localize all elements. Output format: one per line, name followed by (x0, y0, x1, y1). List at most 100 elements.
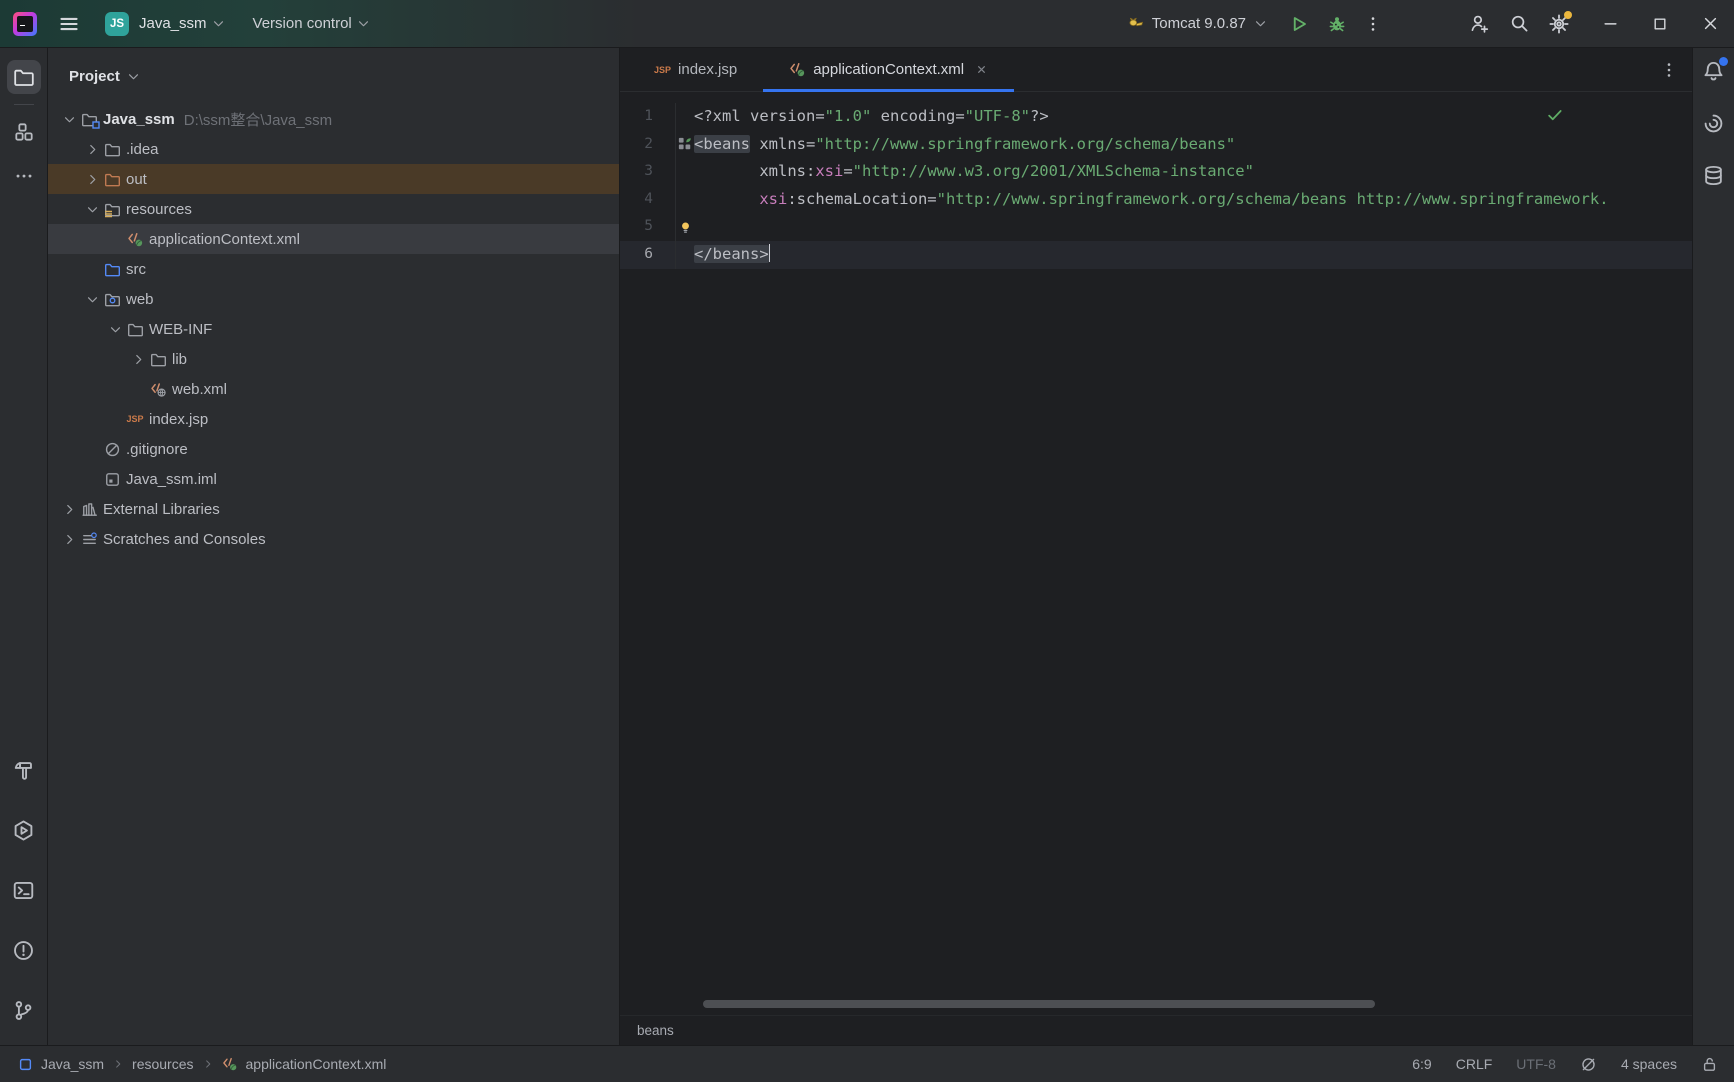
resources-folder-icon (101, 200, 123, 218)
git-tool-button[interactable] (7, 993, 41, 1027)
tree-item-index-jsp[interactable]: JSP index.jsp (48, 404, 619, 434)
breadcrumb-beans[interactable]: beans (637, 1023, 674, 1038)
intellij-logo-icon (13, 12, 37, 36)
indent-config[interactable]: 4 spaces (1621, 1056, 1677, 1072)
line-number: 2 (620, 131, 676, 159)
folder-icon (124, 320, 146, 338)
code-line: 1 <?xml version="1.0" encoding="UTF-8"?> (620, 103, 1692, 131)
tree-item-java-ssm-root[interactable]: Java_ssm D:\ssm整合\Java_ssm (48, 104, 619, 134)
horizontal-scrollbar[interactable] (703, 1000, 1375, 1008)
chevron-spacer (83, 470, 101, 488)
tree-item-resources[interactable]: resources (48, 194, 619, 224)
status-breadcrumbs[interactable]: Java_ssm resources applicationContext.xm… (18, 1056, 386, 1072)
run-config-label: Tomcat 9.0.87 (1152, 15, 1246, 32)
folder-icon (101, 140, 123, 158)
run-configuration-selector[interactable]: Tomcat 9.0.87 (1127, 15, 1268, 33)
chevron-right-icon[interactable] (60, 530, 78, 548)
status-bar: Java_ssm resources applicationContext.xm… (0, 1045, 1734, 1082)
main-menu-button[interactable] (54, 9, 84, 39)
chevron-spacer (129, 380, 147, 398)
crumb-resources[interactable]: resources (132, 1056, 193, 1072)
folder-icon (147, 350, 169, 368)
crumb-project[interactable]: Java_ssm (41, 1056, 104, 1072)
search-icon (1509, 13, 1530, 34)
run-icon (1289, 14, 1309, 34)
minimize-button[interactable] (1596, 10, 1624, 38)
caret-position[interactable]: 6:9 (1412, 1056, 1431, 1072)
tree-item-out[interactable]: out (48, 164, 619, 194)
close-button[interactable] (1696, 10, 1724, 38)
tab-index-jsp[interactable]: JSP index.jsp (628, 48, 763, 91)
debug-button[interactable] (1322, 9, 1352, 39)
ignored-file-icon (101, 440, 123, 458)
database-button[interactable] (1699, 160, 1729, 190)
chevron-right-icon[interactable] (60, 500, 78, 518)
git-branch-icon (12, 999, 35, 1022)
highlighting-level-icon[interactable] (1580, 1056, 1597, 1073)
tomcat-icon (1127, 15, 1145, 33)
run-button[interactable] (1284, 9, 1314, 39)
unlocked-icon[interactable] (1701, 1056, 1718, 1073)
tab-options-button[interactable] (1660, 61, 1678, 79)
tree-item-java-ssm-iml[interactable]: Java_ssm.iml (48, 464, 619, 494)
chevron-right-icon[interactable] (129, 350, 147, 368)
chevron-down-icon[interactable] (83, 200, 101, 218)
settings-badge (1564, 11, 1572, 19)
checkmark-icon (1546, 106, 1564, 124)
tree-item-gitignore[interactable]: .gitignore (48, 434, 619, 464)
services-tool-button[interactable] (7, 813, 41, 847)
module-icon (18, 1057, 33, 1072)
line-ending[interactable]: CRLF (1456, 1056, 1493, 1072)
chevron-down-icon[interactable] (83, 290, 101, 308)
intention-bulb-icon[interactable] (678, 220, 693, 235)
code-line: 5 (620, 213, 1692, 241)
maximize-button[interactable] (1646, 10, 1674, 38)
search-everywhere-button[interactable] (1504, 9, 1534, 39)
more-horizontal-icon (14, 166, 34, 186)
code-with-me-button[interactable] (1464, 9, 1494, 39)
tree-item-application-context-xml[interactable]: applicationContext.xml (48, 224, 619, 254)
excluded-folder-icon (101, 170, 123, 188)
tree-item-web-xml[interactable]: web.xml (48, 374, 619, 404)
tree-item-lib[interactable]: lib (48, 344, 619, 374)
vcs-widget[interactable]: Version control (253, 15, 371, 32)
editor-tab-bar: JSP index.jsp applicationContext.xml (620, 48, 1692, 92)
vcs-label: Version control (253, 15, 352, 32)
crumb-file[interactable]: applicationContext.xml (246, 1056, 387, 1072)
more-tools-button[interactable] (7, 159, 41, 193)
tree-item-web[interactable]: web (48, 284, 619, 314)
tree-item-src[interactable]: src (48, 254, 619, 284)
project-tool-button[interactable] (7, 60, 41, 94)
problems-icon (12, 939, 35, 962)
tree-item-scratches[interactable]: Scratches and Consoles (48, 524, 619, 554)
problems-tool-button[interactable] (7, 933, 41, 967)
spring-bean-gutter-icon[interactable] (678, 137, 692, 151)
chevron-right-icon[interactable] (83, 170, 101, 188)
inspections-ok-widget[interactable] (1546, 106, 1564, 124)
close-tab-icon[interactable] (975, 63, 988, 76)
debug-bug-icon (1327, 14, 1347, 34)
tree-item-web-inf[interactable]: WEB-INF (48, 314, 619, 344)
terminal-tool-button[interactable] (7, 873, 41, 907)
settings-button[interactable] (1544, 9, 1574, 39)
build-tool-button[interactable] (7, 753, 41, 787)
chevron-down-icon (356, 16, 371, 31)
tab-application-context-xml[interactable]: applicationContext.xml (763, 48, 1014, 91)
more-actions-button[interactable] (1358, 9, 1388, 39)
module-file-icon (101, 470, 123, 488)
tree-item-external-libraries[interactable]: External Libraries (48, 494, 619, 524)
structure-tool-button[interactable] (7, 115, 41, 149)
ai-assistant-button[interactable] (1699, 108, 1729, 138)
code-editor[interactable]: 1 <?xml version="1.0" encoding="UTF-8"?>… (620, 92, 1692, 1015)
tree-item-idea[interactable]: .idea (48, 134, 619, 164)
jsp-file-icon: JSP (124, 410, 146, 428)
project-panel-header[interactable]: Project (48, 48, 619, 104)
notifications-button[interactable] (1699, 56, 1729, 86)
chevron-down-icon[interactable] (106, 320, 124, 338)
project-selector[interactable]: Java_ssm (139, 15, 226, 32)
maximize-icon (1652, 16, 1668, 32)
chevron-right-icon[interactable] (83, 140, 101, 158)
chevron-down-icon (1253, 16, 1268, 31)
chevron-down-icon[interactable] (60, 110, 78, 128)
file-encoding[interactable]: UTF-8 (1516, 1056, 1556, 1072)
